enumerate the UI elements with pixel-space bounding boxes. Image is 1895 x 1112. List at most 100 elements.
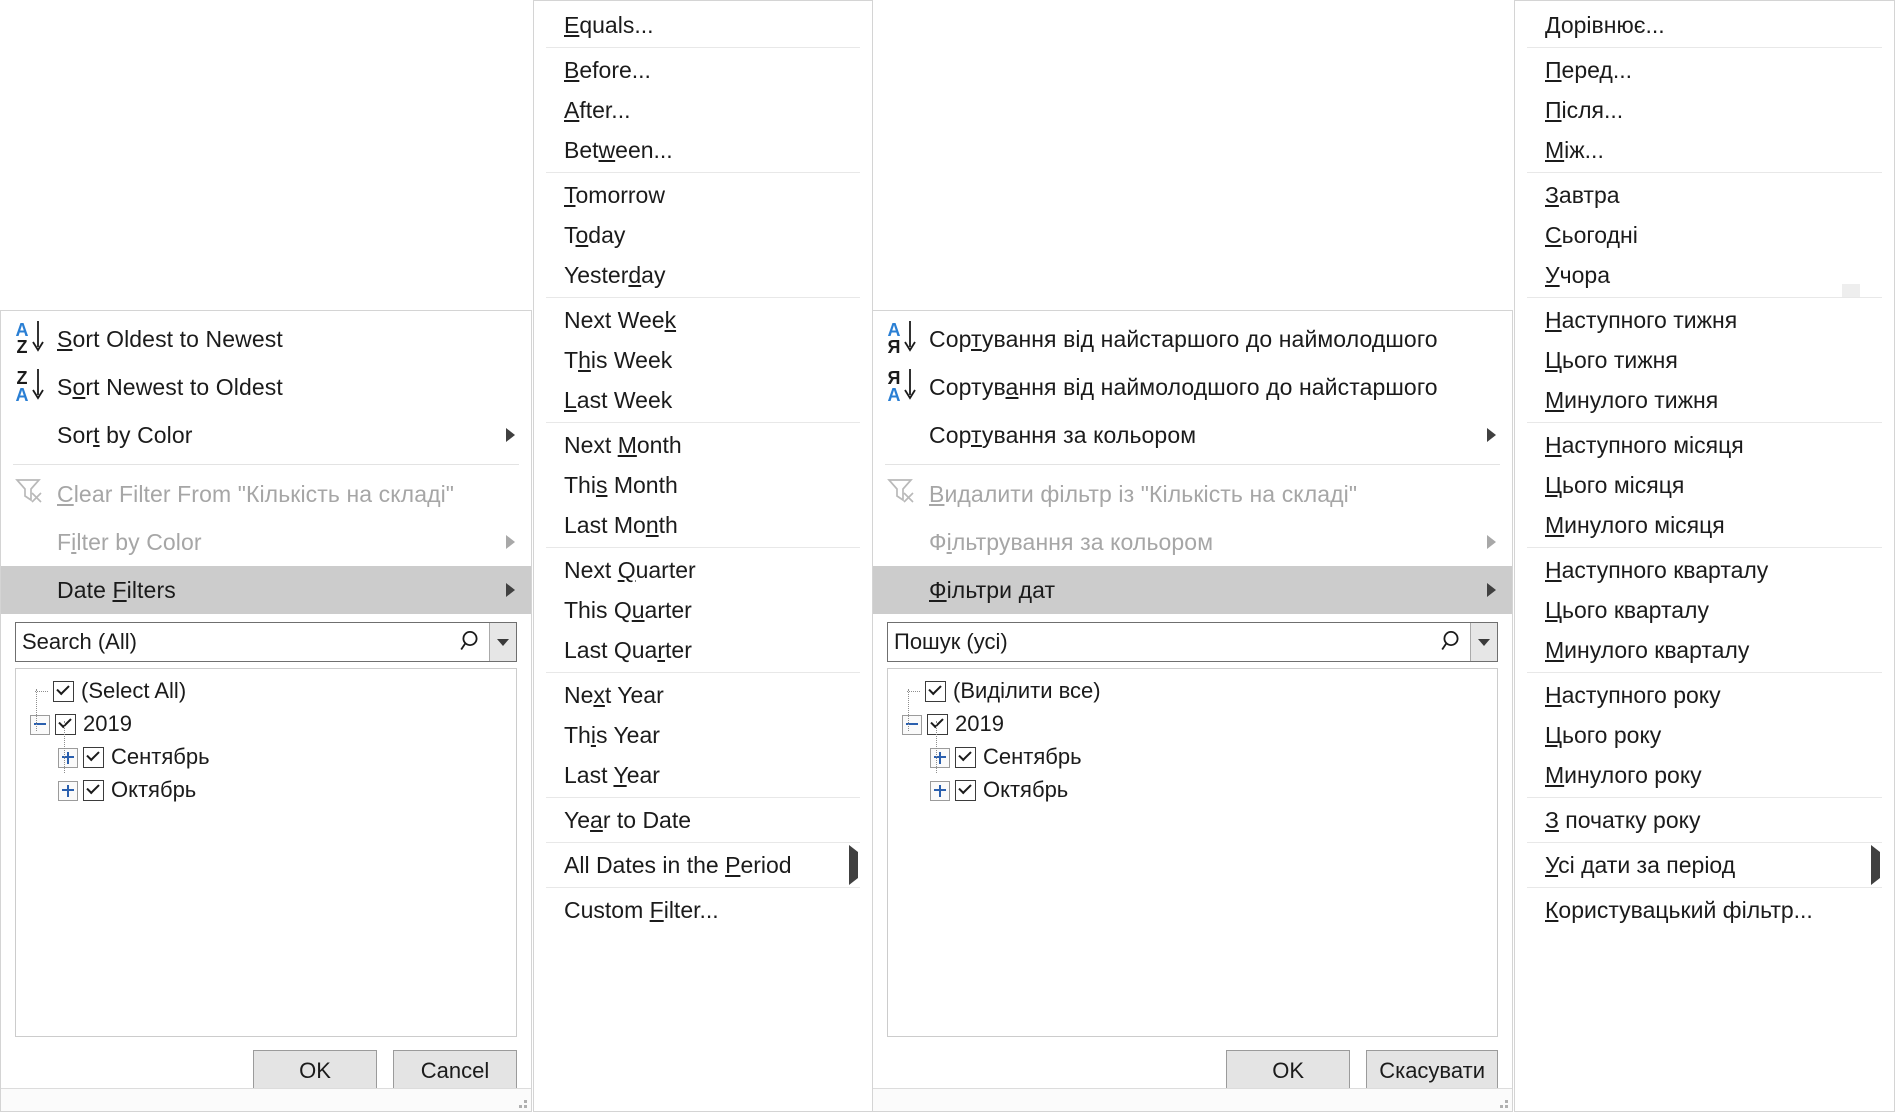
date-filters-submenu-english: Equals... Before... After... Between... Tomo…	[533, 0, 873, 1112]
menu-item-sort-newest-oldest[interactable]: ZASort Newest to Oldest	[1, 363, 531, 411]
expand-icon[interactable]	[58, 748, 78, 768]
date-filter-item[interactable]: All Dates in the Period	[534, 845, 872, 885]
date-filter-item[interactable]: This Quarter	[534, 590, 872, 630]
search-box[interactable]: Search (All)	[15, 622, 517, 662]
date-filter-item[interactable]: Минулого місяця	[1515, 505, 1894, 545]
date-filter-item[interactable]: Between...	[534, 130, 872, 170]
menu-item-sort-oldest-newest[interactable]: AZSort Oldest to Newest	[1, 315, 531, 363]
date-filter-item[interactable]: Yesterday	[534, 255, 872, 295]
search-box[interactable]: Пошук (усі)	[887, 622, 1498, 662]
ok-button[interactable]: OK	[1226, 1050, 1350, 1092]
date-filter-item[interactable]: З початку року	[1515, 800, 1894, 840]
menu-item-sort-by-color[interactable]: Сортування за кольором	[873, 411, 1512, 459]
value-tree[interactable]: (Select All)2019СентябрьОктябрь	[15, 668, 517, 1037]
date-filter-item[interactable]: This Week	[534, 340, 872, 380]
expand-icon[interactable]	[930, 781, 950, 801]
date-filter-item[interactable]: Минулого кварталу	[1515, 630, 1894, 670]
tree-item-select-all[interactable]: (Виділити все)	[888, 675, 1497, 708]
tree-checkbox[interactable]	[53, 681, 74, 702]
tree-checkbox[interactable]	[927, 714, 948, 735]
date-filter-item[interactable]: Наступного тижня	[1515, 300, 1894, 340]
tree-checkbox[interactable]	[955, 747, 976, 768]
menu-item-sort-by-color[interactable]: Sort by Color	[1, 411, 531, 459]
menu-item-sort-newest-oldest[interactable]: ЯАСортування від наймолодшого до найстар…	[873, 363, 1512, 411]
tree-item-year-2019[interactable]: 2019	[16, 708, 516, 741]
tree-item-year-2019[interactable]: 2019	[888, 708, 1497, 741]
cancel-button[interactable]: Cancel	[393, 1050, 517, 1092]
date-filter-item[interactable]: This Year	[534, 715, 872, 755]
tree-checkbox[interactable]	[955, 780, 976, 801]
tree-checkbox[interactable]	[925, 681, 946, 702]
expand-icon[interactable]	[930, 748, 950, 768]
date-filter-item[interactable]: Учора	[1515, 255, 1894, 295]
expand-icon[interactable]	[58, 781, 78, 801]
date-filter-item[interactable]: Last Year	[534, 755, 872, 795]
resize-grip[interactable]	[1496, 1096, 1508, 1108]
tree-checkbox[interactable]	[83, 780, 104, 801]
date-filter-item[interactable]: Дорівнює...	[1515, 5, 1894, 45]
sort-za-icon: ЯА	[888, 367, 917, 407]
menu-separator	[1527, 672, 1882, 673]
tree-item-select-all[interactable]: (Select All)	[16, 675, 516, 708]
date-filter-label: Between...	[564, 137, 858, 164]
date-filter-item[interactable]: Before...	[534, 50, 872, 90]
date-filter-item[interactable]: Цього кварталу	[1515, 590, 1894, 630]
menu-item-date-filters[interactable]: Date Filters	[1, 566, 531, 614]
tree-item-month-sep[interactable]: Сентябрь	[888, 741, 1497, 774]
ok-button[interactable]: OK	[253, 1050, 377, 1092]
date-filter-label: Custom Filter...	[564, 897, 858, 924]
tree-checkbox[interactable]	[55, 714, 76, 735]
date-filter-item[interactable]: Last Week	[534, 380, 872, 420]
date-filter-item[interactable]: Tomorrow	[534, 175, 872, 215]
search-dropdown-button[interactable]	[1470, 623, 1497, 661]
date-filter-item[interactable]: Next Week	[534, 300, 872, 340]
date-filter-item[interactable]: Перед...	[1515, 50, 1894, 90]
date-filter-item[interactable]: Year to Date	[534, 800, 872, 840]
menu-item-sort-oldest-newest[interactable]: АЯСортування від найстаршого до наймолод…	[873, 315, 1512, 363]
date-filter-item[interactable]: Цього місяця	[1515, 465, 1894, 505]
date-filter-item[interactable]: Last Quarter	[534, 630, 872, 670]
date-filter-item[interactable]: Next Quarter	[534, 550, 872, 590]
date-filter-label: Наступного тижня	[1545, 307, 1880, 334]
menu-item-date-filters[interactable]: Фільтри дат	[873, 566, 1512, 614]
date-filter-item[interactable]: This Month	[534, 465, 872, 505]
date-filter-item[interactable]: Сьогодні	[1515, 215, 1894, 255]
tree-item-month-sep[interactable]: Сентябрь	[16, 741, 516, 774]
date-filter-item[interactable]: Last Month	[534, 505, 872, 545]
date-filter-item[interactable]: Цього тижня	[1515, 340, 1894, 380]
tree-item-month-oct[interactable]: Октябрь	[16, 774, 516, 807]
tree-connector	[936, 721, 937, 773]
search-input[interactable]: Search (All)	[16, 623, 455, 661]
date-filter-item[interactable]: Після...	[1515, 90, 1894, 130]
date-filter-item[interactable]: Next Year	[534, 675, 872, 715]
date-filter-item[interactable]: After...	[534, 90, 872, 130]
date-filter-item[interactable]: Минулого тижня	[1515, 380, 1894, 420]
date-filter-item[interactable]: Next Month	[534, 425, 872, 465]
date-filter-label: Цього тижня	[1545, 347, 1880, 374]
chevron-down-icon	[497, 639, 509, 646]
cancel-button[interactable]: Скасувати	[1366, 1050, 1498, 1092]
value-tree[interactable]: (Виділити все)2019СентябрьОктябрь	[887, 668, 1498, 1037]
menu-separator	[546, 297, 860, 298]
search-input[interactable]: Пошук (усі)	[888, 623, 1436, 661]
collapse-icon[interactable]	[30, 715, 50, 735]
collapse-icon[interactable]	[902, 715, 922, 735]
date-filter-item[interactable]: Цього року	[1515, 715, 1894, 755]
date-filter-item[interactable]: Today	[534, 215, 872, 255]
date-filter-item[interactable]: Наступного кварталу	[1515, 550, 1894, 590]
date-filter-item[interactable]: Між...	[1515, 130, 1894, 170]
date-filter-item[interactable]: Минулого року	[1515, 755, 1894, 795]
date-filter-item[interactable]: Equals...	[534, 5, 872, 45]
date-filter-label: Last Quarter	[564, 637, 858, 664]
date-filter-item[interactable]: Користувацький фільтр...	[1515, 890, 1894, 930]
date-filter-label: After...	[564, 97, 858, 124]
date-filter-item[interactable]: Custom Filter...	[534, 890, 872, 930]
date-filter-item[interactable]: Наступного року	[1515, 675, 1894, 715]
tree-item-month-oct[interactable]: Октябрь	[888, 774, 1497, 807]
search-dropdown-button[interactable]	[489, 623, 516, 661]
date-filter-item[interactable]: Наступного місяця	[1515, 425, 1894, 465]
date-filter-item[interactable]: Завтра	[1515, 175, 1894, 215]
resize-grip[interactable]	[515, 1096, 527, 1108]
tree-checkbox[interactable]	[83, 747, 104, 768]
date-filter-item[interactable]: Усі дати за період	[1515, 845, 1894, 885]
